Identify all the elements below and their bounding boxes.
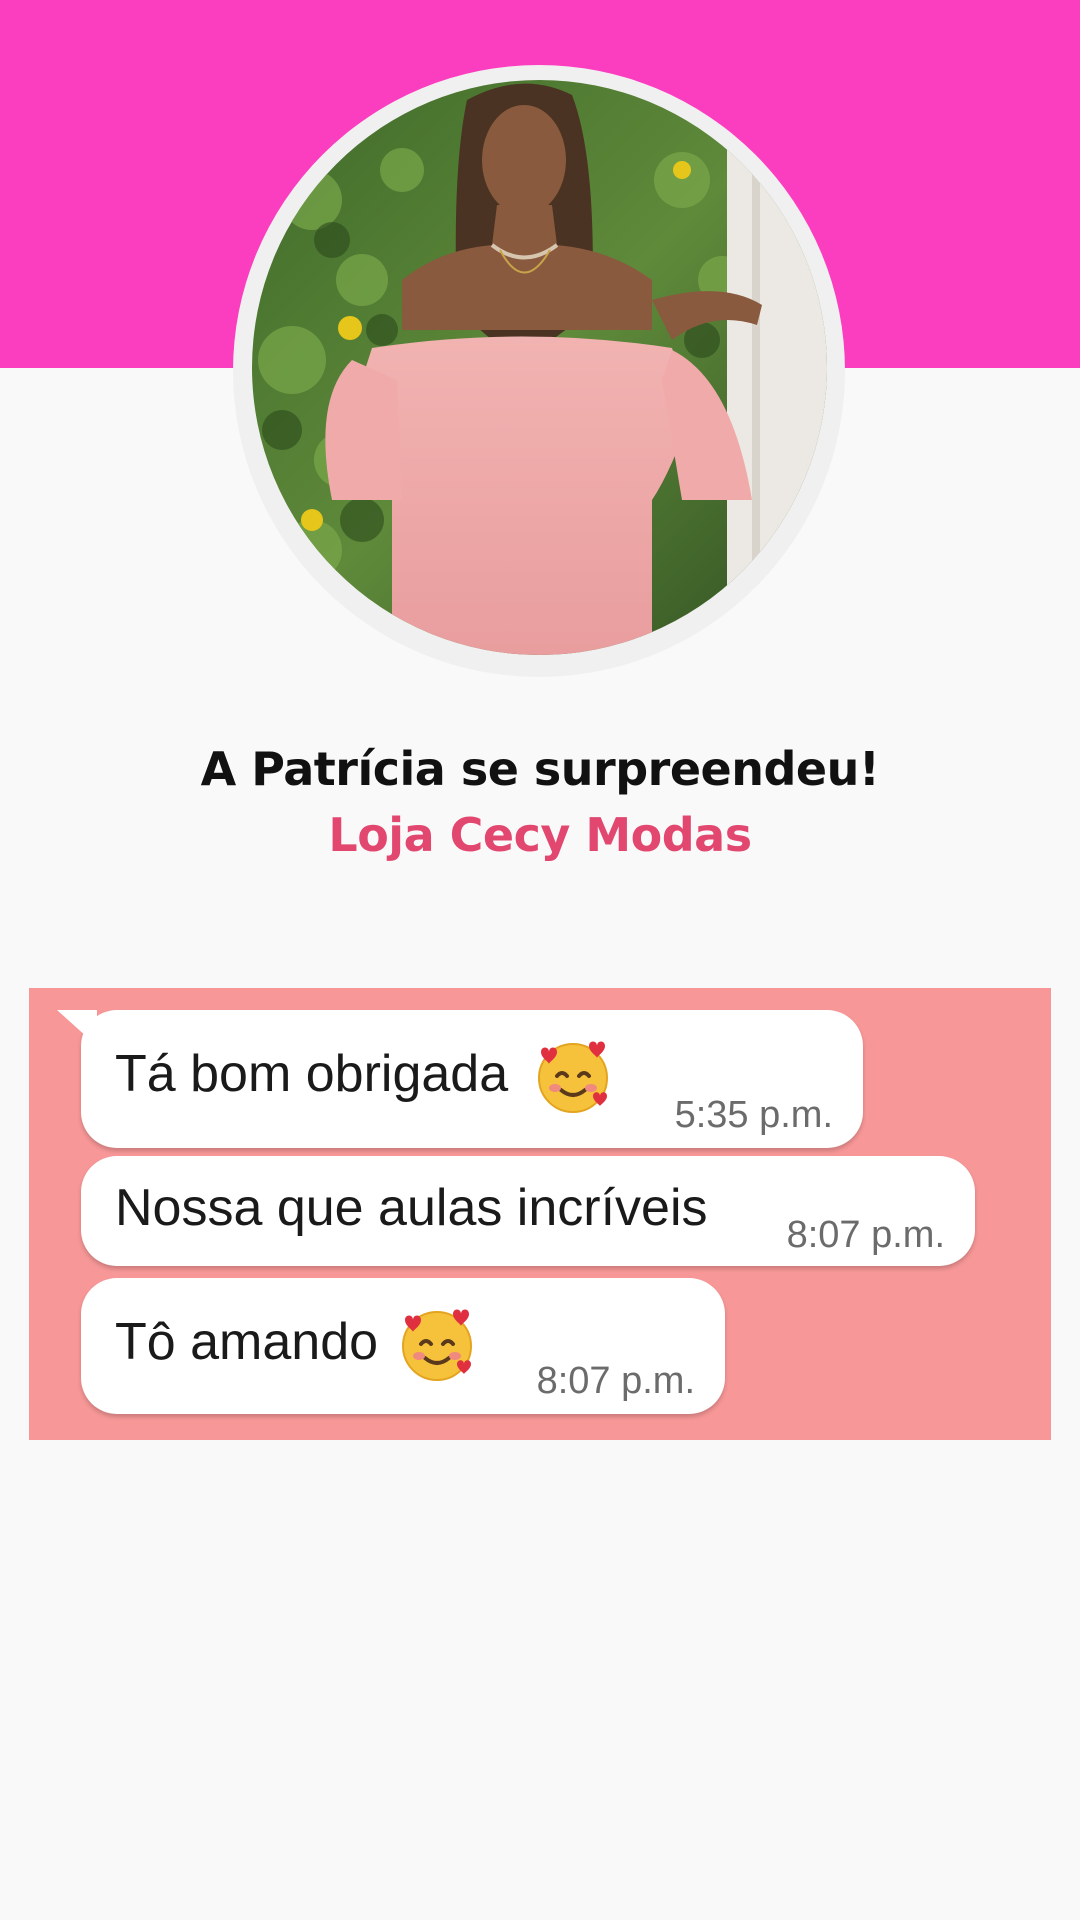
message-time: 8:07 p.m. [536, 1360, 695, 1402]
smiling-face-with-hearts-icon [402, 1309, 472, 1381]
message-text: Nossa que aulas incríveis [115, 1179, 708, 1237]
profile-photo [252, 80, 827, 655]
bubble-tail [57, 1010, 97, 1046]
message-time: 8:07 p.m. [786, 1214, 945, 1256]
profile-photo-illustration [252, 80, 827, 655]
message-time: 5:35 p.m. [674, 1094, 833, 1136]
chat-screenshot: Tá bom obrigada 5:35 p.m. Nossa que aula… [29, 988, 1051, 1440]
headline: A Patrícia se surpreendeu! [200, 742, 880, 796]
chat-bubble: Tá bom obrigada 5:35 p.m. [81, 1010, 863, 1148]
smiling-face-with-hearts-icon [538, 1041, 608, 1113]
store-name: Loja Cecy Modas [328, 808, 752, 862]
page: A Patrícia se surpreendeu! Loja Cecy Mod… [0, 0, 1080, 1920]
chat-bubble: Tô amando 8:07 p.m. [81, 1278, 725, 1414]
message-text: Tô amando [115, 1313, 379, 1371]
message-text: Tá bom obrigada [115, 1045, 509, 1103]
chat-bubble: Nossa que aulas incríveis 8:07 p.m. [81, 1156, 975, 1266]
